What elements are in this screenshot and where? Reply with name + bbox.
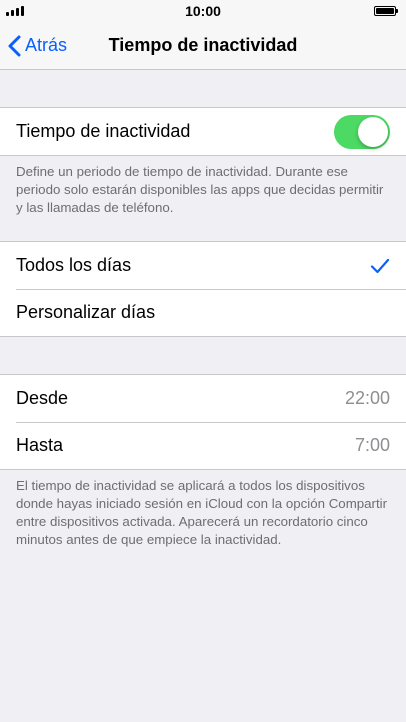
time-range-group: Desde 22:00 Hasta 7:00 — [0, 374, 406, 470]
from-row[interactable]: Desde 22:00 — [0, 375, 406, 422]
chevron-left-icon — [8, 35, 21, 56]
downtime-group: Tiempo de inactividad — [0, 107, 406, 156]
schedule-group: Todos los días Personalizar días — [0, 241, 406, 337]
downtime-description: Define un periodo de tiempo de inactivid… — [16, 164, 384, 215]
navigation-bar: Atrás Tiempo de inactividad — [0, 22, 406, 70]
downtime-row: Tiempo de inactividad — [0, 108, 406, 155]
custom-days-option[interactable]: Personalizar días — [0, 289, 406, 336]
to-value: 7:00 — [354, 435, 390, 455]
status-bar: 10:00 — [0, 0, 406, 22]
to-label: Hasta — [16, 435, 64, 455]
checkmark-icon — [370, 258, 390, 273]
every-day-label: Todos los días — [16, 255, 132, 275]
battery-icon — [374, 6, 398, 16]
custom-days-label: Personalizar días — [16, 302, 156, 322]
time-range-note: El tiempo de inactividad se aplicará a t… — [16, 478, 388, 547]
toggle-knob — [358, 116, 388, 147]
every-day-option[interactable]: Todos los días — [0, 242, 406, 289]
status-time: 10:00 — [185, 3, 221, 19]
back-button[interactable]: Atrás — [8, 22, 67, 69]
to-row[interactable]: Hasta 7:00 — [0, 422, 406, 469]
downtime-label: Tiempo de inactividad — [16, 121, 191, 141]
from-label: Desde — [16, 388, 69, 408]
downtime-toggle[interactable] — [334, 114, 390, 149]
from-value: 22:00 — [344, 388, 390, 408]
back-label: Atrás — [25, 35, 68, 55]
